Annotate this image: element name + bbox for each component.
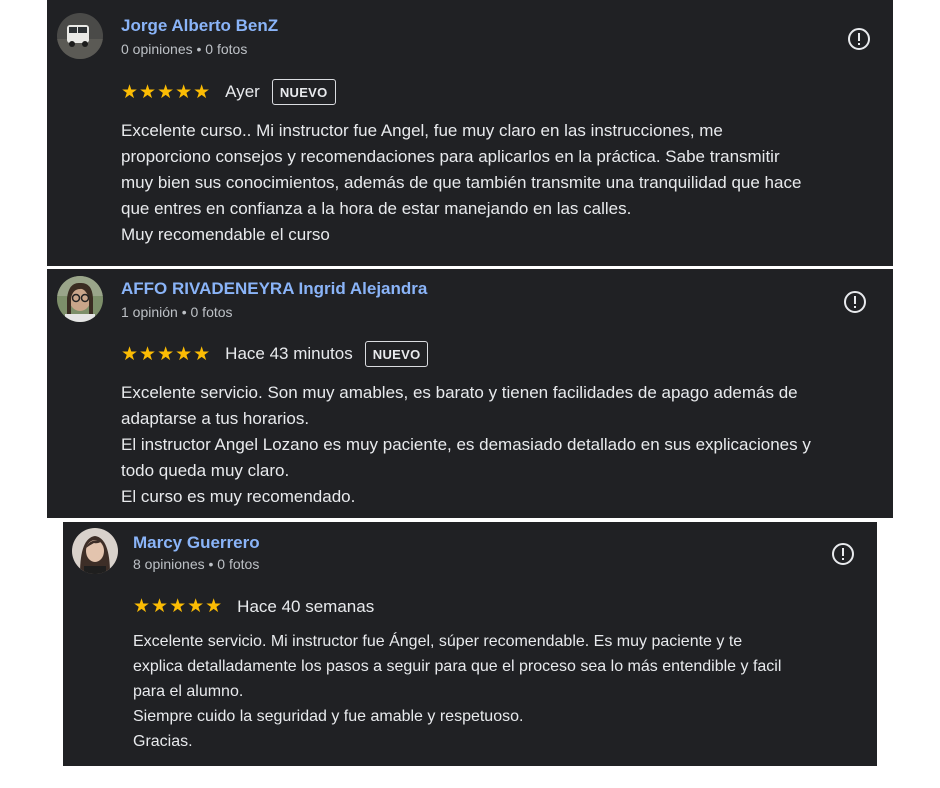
avatar-image [57,276,103,322]
review-date: Ayer [225,82,260,101]
reviewer-name[interactable]: Jorge Alberto BenZ [121,16,278,36]
reviewer-name[interactable]: AFFO RIVADENEYRA Ingrid Alejandra [121,279,427,299]
review-date: Hace 40 semanas [237,596,375,616]
reviewer-meta: 1 opinión • 0 fotos [121,304,233,320]
review-text-line: muy bien sus conocimientos, además de qu… [121,173,802,192]
avatar-image [72,528,118,574]
review-date: Hace 43 minutos [225,344,353,363]
report-icon[interactable] [843,290,867,314]
review-text-line: que entres en confianza a la hora de est… [121,199,632,218]
review-text-line: todo queda muy claro. [121,461,290,480]
review-text: Excelente servicio. Son muy amables, es … [121,380,811,510]
review-text-line: para el alumno. [133,683,244,700]
review-card: AFFO RIVADENEYRA Ingrid Alejandra 1 opin… [47,269,893,518]
star-rating: ★★★★★ [121,343,212,365]
review-card: Marcy Guerrero 8 opiniones • 0 fotos ★★★… [63,522,877,766]
avatar[interactable] [57,276,103,322]
review-text-line: Siempre cuido la seguridad y fue amable … [133,708,524,725]
review-text-line: Excelente curso.. Mi instructor fue Ange… [121,121,723,140]
star-rating: ★★★★★ [121,81,212,103]
rating-row: ★★★★★ Ayer NUEVO [121,79,336,105]
review-text-line: Muy recomendable el curso [121,225,330,244]
review-text-line: Gracias. [133,733,193,750]
reviewer-meta: 0 opiniones • 0 fotos [121,41,248,57]
reviewer-meta: 8 opiniones • 0 fotos [133,556,260,572]
reviewer-name[interactable]: Marcy Guerrero [133,533,260,553]
star-rating: ★★★★★ [133,596,224,617]
report-icon[interactable] [847,27,871,51]
avatar-image [57,13,103,59]
rating-row: ★★★★★ Hace 43 minutos NUEVO [121,341,429,367]
review-text: Excelente servicio. Mi instructor fue Án… [133,629,781,754]
review-text-line: El curso es muy recomendado. [121,487,356,506]
review-text-line: adaptarse a tus horarios. [121,409,310,428]
review-text-line: El instructor Angel Lozano es muy pacien… [121,435,811,454]
rating-row: ★★★★★ Hace 40 semanas [133,595,374,618]
review-text-line: Excelente servicio. Mi instructor fue Án… [133,633,743,650]
report-icon[interactable] [831,542,855,566]
review-text-line: explica detalladamente los pasos a segui… [133,658,782,675]
new-badge: NUEVO [271,79,336,105]
avatar[interactable] [57,13,103,59]
review-card: Jorge Alberto BenZ 0 opiniones • 0 fotos… [47,0,893,266]
review-text: Excelente curso.. Mi instructor fue Ange… [121,118,801,248]
review-text-line: Excelente servicio. Son muy amables, es … [121,383,798,402]
review-text-line: proporciono consejos y recomendaciones p… [121,147,780,166]
new-badge: NUEVO [364,341,429,367]
avatar[interactable] [72,528,118,574]
